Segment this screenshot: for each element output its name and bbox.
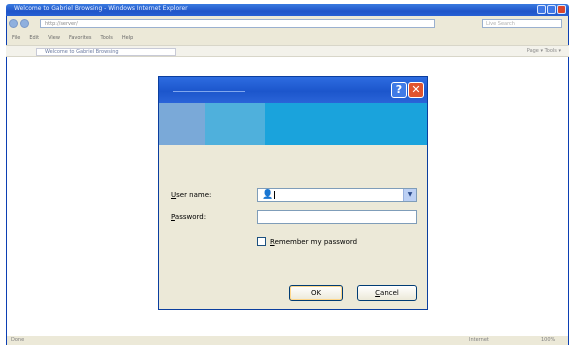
- status-zone: Internet: [469, 337, 489, 343]
- maximize-button[interactable]: [547, 5, 556, 14]
- text-caret: [274, 191, 275, 199]
- forward-icon[interactable]: [20, 19, 29, 28]
- status-text: Done: [11, 337, 25, 343]
- chevron-down-icon[interactable]: ▼: [403, 189, 416, 201]
- help-button[interactable]: ?: [391, 82, 407, 98]
- username-combo[interactable]: 👤 ▼: [257, 188, 417, 202]
- toolbar-right[interactable]: Page ▾ Tools ▾: [527, 48, 561, 54]
- menu-edit[interactable]: Edit: [29, 35, 39, 43]
- address-bar[interactable]: http://server/: [40, 19, 435, 28]
- dialog-banner: [159, 103, 427, 145]
- user-icon: 👤: [262, 190, 274, 200]
- browser-title: Welcome to Gabriel Browsing - Windows In…: [14, 5, 188, 12]
- menu-file[interactable]: File: [12, 35, 20, 43]
- address-row: http://server/ Live Search: [6, 18, 569, 30]
- tab-row: Welcome to Gabriel Browsing Page ▾ Tools…: [6, 45, 569, 57]
- username-label: User name:: [171, 191, 212, 199]
- password-label: Password:: [171, 213, 207, 221]
- menu-view[interactable]: View: [48, 35, 60, 43]
- banner-block-2: [205, 103, 265, 145]
- ok-button[interactable]: OK: [289, 285, 343, 301]
- minimize-button[interactable]: [537, 5, 546, 14]
- dialog-title-bar[interactable]: ? ✕: [159, 77, 427, 103]
- menu-help[interactable]: Help: [122, 35, 133, 43]
- back-icon[interactable]: [9, 19, 18, 28]
- remember-checkbox[interactable]: [257, 237, 266, 246]
- search-input[interactable]: Live Search: [482, 19, 562, 28]
- browser-close-button[interactable]: [557, 5, 566, 14]
- status-bar: Done Internet 100%: [7, 336, 568, 345]
- menu-bar: File Edit View Favorites Tools Help: [12, 35, 133, 43]
- browser-title-bar[interactable]: Welcome to Gabriel Browsing - Windows In…: [6, 4, 569, 16]
- title-line: [173, 91, 245, 92]
- menu-tools[interactable]: Tools: [101, 35, 113, 43]
- menu-favorites[interactable]: Favorites: [69, 35, 92, 43]
- banner-block-1: [159, 103, 205, 145]
- remember-label[interactable]: Remember my password: [270, 238, 357, 246]
- dialog-close-button[interactable]: ✕: [408, 82, 424, 98]
- login-dialog: ? ✕ User name: 👤 ▼ Password: Remember my…: [158, 76, 428, 310]
- cancel-button[interactable]: Cancel: [357, 285, 417, 301]
- password-field[interactable]: [257, 210, 417, 224]
- zoom-level[interactable]: 100%: [541, 336, 555, 345]
- browser-tab[interactable]: Welcome to Gabriel Browsing: [36, 48, 176, 56]
